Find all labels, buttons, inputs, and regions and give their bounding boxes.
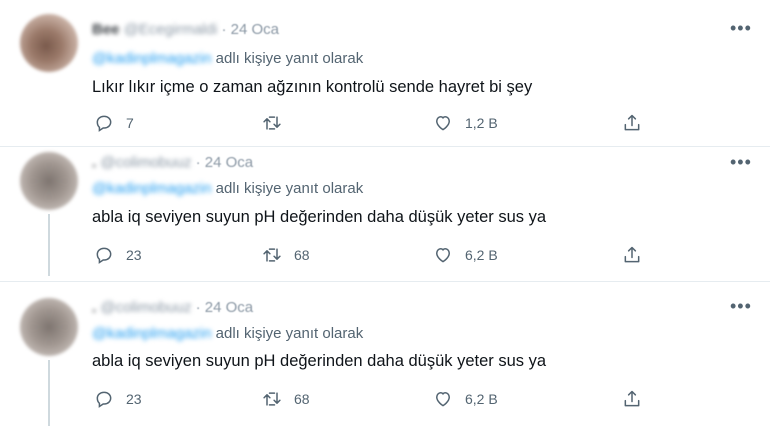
share-icon: [624, 246, 640, 263]
reply-context: @kadinplmagazin adlı kişiye yanıt olarak: [92, 325, 363, 342]
reply-icon: [96, 115, 112, 132]
more-icon[interactable]: •••: [730, 296, 752, 317]
more-icon[interactable]: •••: [730, 152, 752, 173]
tweet-date[interactable]: · 24 Oca: [196, 154, 254, 171]
like-button[interactable]: 6,2 B: [433, 245, 498, 265]
author-name[interactable]: .: [92, 154, 96, 171]
reply-mention[interactable]: @kadinplmagazin: [92, 180, 211, 197]
tweet-header: . @colimobuuz · 24 Oca: [92, 299, 253, 316]
author-handle[interactable]: @colimobuuz: [100, 299, 191, 316]
share-button[interactable]: [622, 113, 642, 133]
retweet-icon: [263, 116, 281, 130]
tweet-divider: [0, 281, 770, 282]
reply-mention[interactable]: @kadinplmagazin: [92, 50, 211, 67]
tweet-text: abla iq seviyen suyun pH değerinden daha…: [92, 352, 547, 370]
author-name[interactable]: Bee: [92, 21, 120, 38]
retweet-count: 68: [294, 391, 310, 407]
reply-count: 23: [126, 391, 142, 407]
tweet-divider: [0, 146, 770, 147]
like-icon: [435, 391, 451, 407]
reply-suffix: adlı kişiye yanıt olarak: [215, 180, 364, 197]
tweet-date[interactable]: · 24 Oca: [221, 21, 279, 38]
like-icon: [435, 115, 451, 131]
like-icon: [435, 247, 451, 263]
like-count: 6,2 B: [465, 247, 498, 263]
author-handle[interactable]: @Ecegirmaldi: [124, 21, 218, 38]
share-button[interactable]: [622, 245, 642, 265]
reply-mention[interactable]: @kadinplmagazin: [92, 325, 211, 342]
reply-button[interactable]: 23: [94, 245, 142, 265]
like-button[interactable]: 1,2 B: [433, 113, 498, 133]
retweet-button[interactable]: 68: [262, 245, 310, 265]
reply-context: @kadinplmagazin adlı kişiye yanıt olarak: [92, 180, 363, 197]
avatar[interactable]: [20, 14, 78, 72]
retweet-icon: [263, 248, 281, 262]
share-icon: [624, 114, 640, 131]
tweet-date[interactable]: · 24 Oca: [196, 299, 254, 316]
reply-button[interactable]: 23: [94, 389, 142, 409]
reply-suffix: adlı kişiye yanıt olarak: [215, 325, 364, 342]
author-name[interactable]: .: [92, 299, 96, 316]
thread-line: [48, 214, 50, 276]
tweet-text: Lıkır lıkır içme o zaman ağzının kontrol…: [92, 78, 533, 96]
reply-suffix: adlı kişiye yanıt olarak: [215, 50, 364, 67]
reply-icon: [96, 391, 112, 408]
avatar[interactable]: [20, 298, 78, 356]
retweet-icon: [263, 392, 281, 406]
reply-count: 7: [126, 115, 134, 131]
tweet-header: Bee @Ecegirmaldi · 24 Oca: [92, 21, 279, 38]
reply-button[interactable]: 7: [94, 113, 134, 133]
avatar[interactable]: [20, 152, 78, 210]
tweet-header: . @colimobuuz · 24 Oca: [92, 154, 253, 171]
more-icon[interactable]: •••: [730, 18, 752, 39]
retweet-button[interactable]: [262, 113, 294, 133]
retweet-button[interactable]: 68: [262, 389, 310, 409]
retweet-count: 68: [294, 247, 310, 263]
author-handle[interactable]: @colimobuuz: [100, 154, 191, 171]
like-count: 6,2 B: [465, 391, 498, 407]
share-button[interactable]: [622, 389, 642, 409]
thread-line: [48, 360, 50, 426]
like-button[interactable]: 6,2 B: [433, 389, 498, 409]
reply-count: 23: [126, 247, 142, 263]
share-icon: [624, 390, 640, 407]
reply-icon: [96, 247, 112, 264]
tweet-text: abla iq seviyen suyun pH değerinden daha…: [92, 208, 547, 226]
reply-context: @kadinplmagazin adlı kişiye yanıt olarak: [92, 50, 363, 67]
like-count: 1,2 B: [465, 115, 498, 131]
